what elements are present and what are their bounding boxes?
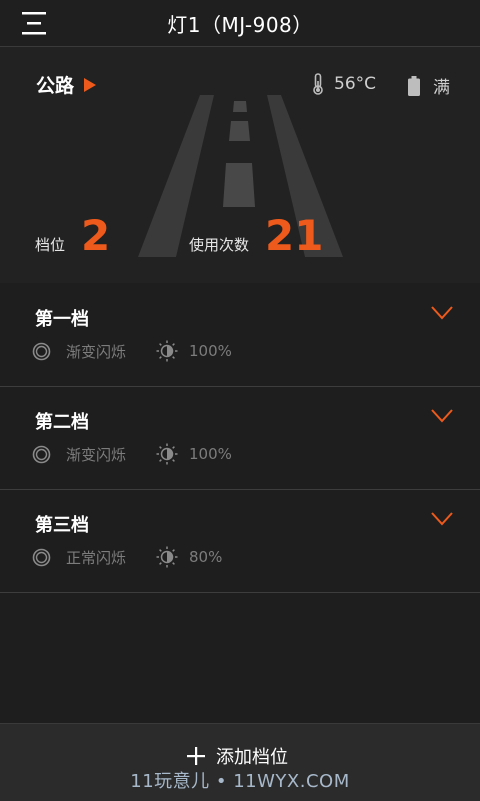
gear-label: 档位 xyxy=(35,236,66,254)
plus-icon xyxy=(187,747,205,765)
gear-details: 渐变闪烁 100% xyxy=(32,340,232,362)
mode-selector[interactable]: 公路 xyxy=(36,71,97,98)
brightness-text: 80% xyxy=(189,548,223,566)
chevron-down-icon[interactable] xyxy=(431,306,453,320)
status-panel: 公路 56°C 满 档位 2 使用次数 21 xyxy=(0,47,480,283)
brightness-icon xyxy=(156,546,178,568)
uses-value: 21 xyxy=(265,211,324,260)
chevron-down-icon[interactable] xyxy=(431,409,453,423)
uses-label: 使用次数 xyxy=(189,236,250,254)
battery-icon xyxy=(408,75,420,96)
thermometer-icon xyxy=(313,73,323,95)
gear-details: 正常闪烁 80% xyxy=(32,546,222,568)
gear-item-2[interactable]: 第二档 渐变闪烁 100% xyxy=(0,387,480,490)
temperature-indicator: 56°C xyxy=(312,73,376,95)
gear-details: 渐变闪烁 100% xyxy=(32,443,232,465)
brightness-icon xyxy=(156,340,178,362)
flash-mode-text: 正常闪烁 xyxy=(66,548,127,567)
flash-mode-icon xyxy=(32,342,51,360)
gear-title: 第一档 xyxy=(35,309,89,330)
app-header: 灯1（MJ-908） xyxy=(0,0,480,47)
battery-indicator: 满 xyxy=(408,73,450,98)
page-title: 灯1（MJ-908） xyxy=(167,13,313,37)
add-gear-button[interactable]: 添加档位 xyxy=(186,743,288,769)
flash-mode-icon xyxy=(32,445,51,463)
add-gear-label: 添加档位 xyxy=(216,747,288,768)
gear-item-1[interactable]: 第一档 渐变闪烁 100% xyxy=(0,284,480,387)
gear-title: 第二档 xyxy=(35,412,89,433)
flash-mode-text: 渐变闪烁 xyxy=(66,445,127,464)
flash-mode-icon xyxy=(32,548,51,566)
gear-item-3[interactable]: 第三档 正常闪烁 80% xyxy=(0,490,480,593)
gear-title: 第三档 xyxy=(35,515,89,536)
mode-label: 公路 xyxy=(36,75,75,97)
footer-bar: 添加档位 11玩意儿 • 11WYX.COM xyxy=(0,723,480,801)
gear-list: 第一档 渐变闪烁 100% 第二档 渐变闪烁 100% 第三档 正常闪烁 80% xyxy=(0,284,480,593)
chevron-down-icon[interactable] xyxy=(431,512,453,526)
watermark: 11玩意儿 • 11WYX.COM xyxy=(130,771,350,792)
battery-value: 满 xyxy=(433,78,450,98)
brightness-text: 100% xyxy=(189,342,232,360)
gear-value: 2 xyxy=(81,211,111,260)
brightness-text: 100% xyxy=(189,445,232,463)
flash-mode-text: 渐变闪烁 xyxy=(66,342,127,361)
play-arrow-icon xyxy=(84,77,97,92)
temperature-value: 56°C xyxy=(334,74,377,94)
use-count: 使用次数 21 xyxy=(189,215,323,257)
current-gear: 档位 2 xyxy=(35,215,110,257)
brightness-icon xyxy=(156,443,178,465)
